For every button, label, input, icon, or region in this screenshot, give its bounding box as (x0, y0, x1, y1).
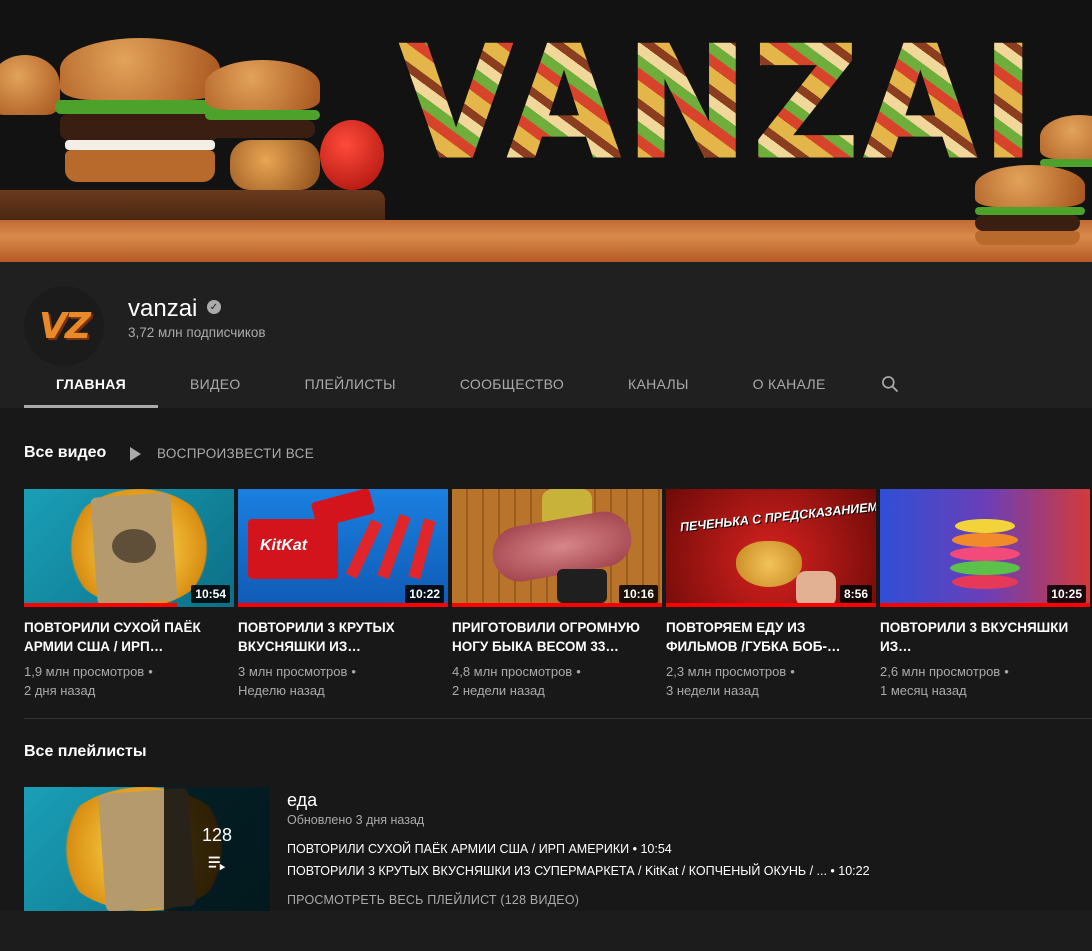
tab-about[interactable]: О КАНАЛЕ (721, 360, 858, 408)
banner-burger-small (975, 165, 1085, 245)
video-title[interactable]: ПОВТОРИЛИ 3 ВКУСНЯШКИ ИЗ… (880, 618, 1090, 656)
banner-burger-main (55, 38, 225, 182)
channel-banner: VANZAI (0, 0, 1092, 262)
bottom-area (0, 911, 1092, 951)
video-title[interactable]: ПОВТОРИЛИ 3 КРУТЫХ ВКУСНЯШКИ ИЗ… (238, 618, 448, 656)
watch-progress (238, 603, 448, 607)
video-thumbnail[interactable]: 10:25 (880, 489, 1090, 607)
channel-header: VZ vanzai ✓ 3,72 млн подписчиков ГЛАВНАЯ… (0, 262, 1092, 408)
tab-playlists[interactable]: ПЛЕЙЛИСТЫ (273, 360, 428, 408)
video-card[interactable]: 10:16 ПРИГОТОВИЛИ ОГРОМНУЮ НОГУ БЫКА ВЕС… (452, 489, 662, 700)
video-duration: 10:54 (191, 585, 230, 603)
video-age: Неделю назад (238, 683, 325, 698)
banner-burger-right (205, 60, 320, 138)
watch-progress (24, 603, 178, 607)
banner-title: VANZAI (398, 12, 1039, 196)
banner-board (0, 220, 1092, 262)
watch-progress (452, 603, 662, 607)
video-thumbnail[interactable]: KitKat 10:22 (238, 489, 448, 607)
video-views: 4,8 млн просмотров (452, 664, 573, 679)
video-card[interactable]: 10:25 ПОВТОРИЛИ 3 ВКУСНЯШКИ ИЗ… 2,6 млн … (880, 489, 1090, 700)
channel-avatar[interactable]: VZ (24, 286, 104, 366)
video-row: 10:54 ПОВТОРИЛИ СУХОЙ ПАЁК АРМИИ США / И… (24, 489, 1090, 700)
play-all-button[interactable]: ВОСПРОИЗВЕСТИ ВСЕ (130, 446, 314, 461)
tab-videos[interactable]: ВИДЕО (158, 360, 273, 408)
video-thumbnail[interactable]: ПЕЧЕНЬКА С ПРЕДСКАЗАНИЕМ 8:56 (666, 489, 876, 607)
video-thumbnail[interactable]: 10:54 (24, 489, 234, 607)
video-views: 2,6 млн просмотров (880, 664, 1001, 679)
playlist-count-overlay: 128 (164, 787, 270, 911)
subscriber-count: 3,72 млн подписчиков (128, 325, 266, 340)
video-views: 3 млн просмотров (238, 664, 348, 679)
tab-home[interactable]: ГЛАВНАЯ (24, 360, 159, 408)
video-age: 2 дня назад (24, 683, 96, 698)
video-thumbnail[interactable]: 10:16 (452, 489, 662, 607)
tab-channels[interactable]: КАНАЛЫ (596, 360, 721, 408)
watch-progress (880, 603, 1090, 607)
video-title[interactable]: ПОВТОРИЛИ СУХОЙ ПАЁК АРМИИ США / ИРП… (24, 618, 234, 656)
play-icon (130, 446, 141, 461)
video-duration: 10:25 (1047, 585, 1086, 603)
play-all-label: ВОСПРОИЗВЕСТИ ВСЕ (157, 446, 314, 461)
video-card[interactable]: 10:54 ПОВТОРИЛИ СУХОЙ ПАЁК АРМИИ США / И… (24, 489, 234, 700)
shelf-title-videos[interactable]: Все видео (24, 444, 106, 462)
tab-community[interactable]: СООБЩЕСТВО (428, 360, 596, 408)
playlist-name[interactable]: еда (287, 790, 317, 811)
video-age: 2 недели назад (452, 683, 545, 698)
playlist-entry[interactable]: ПОВТОРИЛИ СУХОЙ ПАЁК АРМИИ США / ИРП АМЕ… (287, 842, 672, 856)
playlist-video-count: 128 (201, 824, 233, 845)
video-meta: 2,6 млн просмотров • 1 месяц назад (880, 664, 1009, 698)
video-views: 1,9 млн просмотров (24, 664, 145, 679)
video-title[interactable]: ПОВТОРЯЕМ ЕДУ ИЗ ФИЛЬМОВ /губка боб-… (666, 618, 876, 656)
video-views: 2,3 млн просмотров (666, 664, 787, 679)
channel-name: vanzai (128, 295, 198, 322)
video-meta: 3 млн просмотров • Неделю назад (238, 664, 356, 698)
video-card[interactable]: ПЕЧЕНЬКА С ПРЕДСКАЗАНИЕМ 8:56 ПОВТОРЯЕМ … (666, 489, 876, 700)
banner-tomato (320, 120, 384, 190)
verified-check-icon: ✓ (207, 300, 221, 314)
video-meta: 2,3 млн просмотров • 3 недели назад (666, 664, 795, 698)
shelf-title-playlists[interactable]: Все плейлисты (24, 743, 147, 761)
video-meta: 1,9 млн просмотров • 2 дня назад (24, 664, 153, 698)
playlist-icon (208, 856, 226, 870)
video-age: 1 месяц назад (880, 683, 967, 698)
playlist-thumbnail[interactable]: 128 (24, 787, 270, 911)
banner-burger-far-right (1040, 115, 1092, 167)
video-card[interactable]: KitKat 10:22 ПОВТОРИЛИ 3 КРУТЫХ ВКУСНЯШК… (238, 489, 448, 700)
view-full-playlist-link[interactable]: ПРОСМОТРЕТЬ ВЕСЬ ПЛЕЙЛИСТ (128 ВИДЕО) (287, 893, 579, 907)
search-icon[interactable] (858, 360, 922, 408)
playlist-entry[interactable]: ПОВТОРИЛИ 3 КРУТЫХ ВКУСНЯШКИ ИЗ СУПЕРМАР… (287, 864, 870, 878)
banner-fries (230, 140, 320, 190)
video-duration: 8:56 (839, 585, 872, 603)
video-meta: 4,8 млн просмотров • 2 недели назад (452, 664, 581, 698)
video-age: 3 недели назад (666, 683, 759, 698)
banner-burger-left (0, 55, 60, 115)
channel-tabs: ГЛАВНАЯ ВИДЕО ПЛЕЙЛИСТЫ СООБЩЕСТВО КАНАЛ… (24, 360, 922, 408)
playlist-updated: Обновлено 3 дня назад (287, 813, 425, 827)
video-duration: 10:22 (405, 585, 444, 603)
avatar-logo-text: VZ (39, 305, 91, 347)
watch-progress (666, 603, 876, 607)
video-title[interactable]: ПРИГОТОВИЛИ ОГРОМНУЮ НОГУ БЫКА ВЕСОМ 33… (452, 618, 662, 656)
section-divider (24, 718, 1092, 719)
video-duration: 10:16 (619, 585, 658, 603)
